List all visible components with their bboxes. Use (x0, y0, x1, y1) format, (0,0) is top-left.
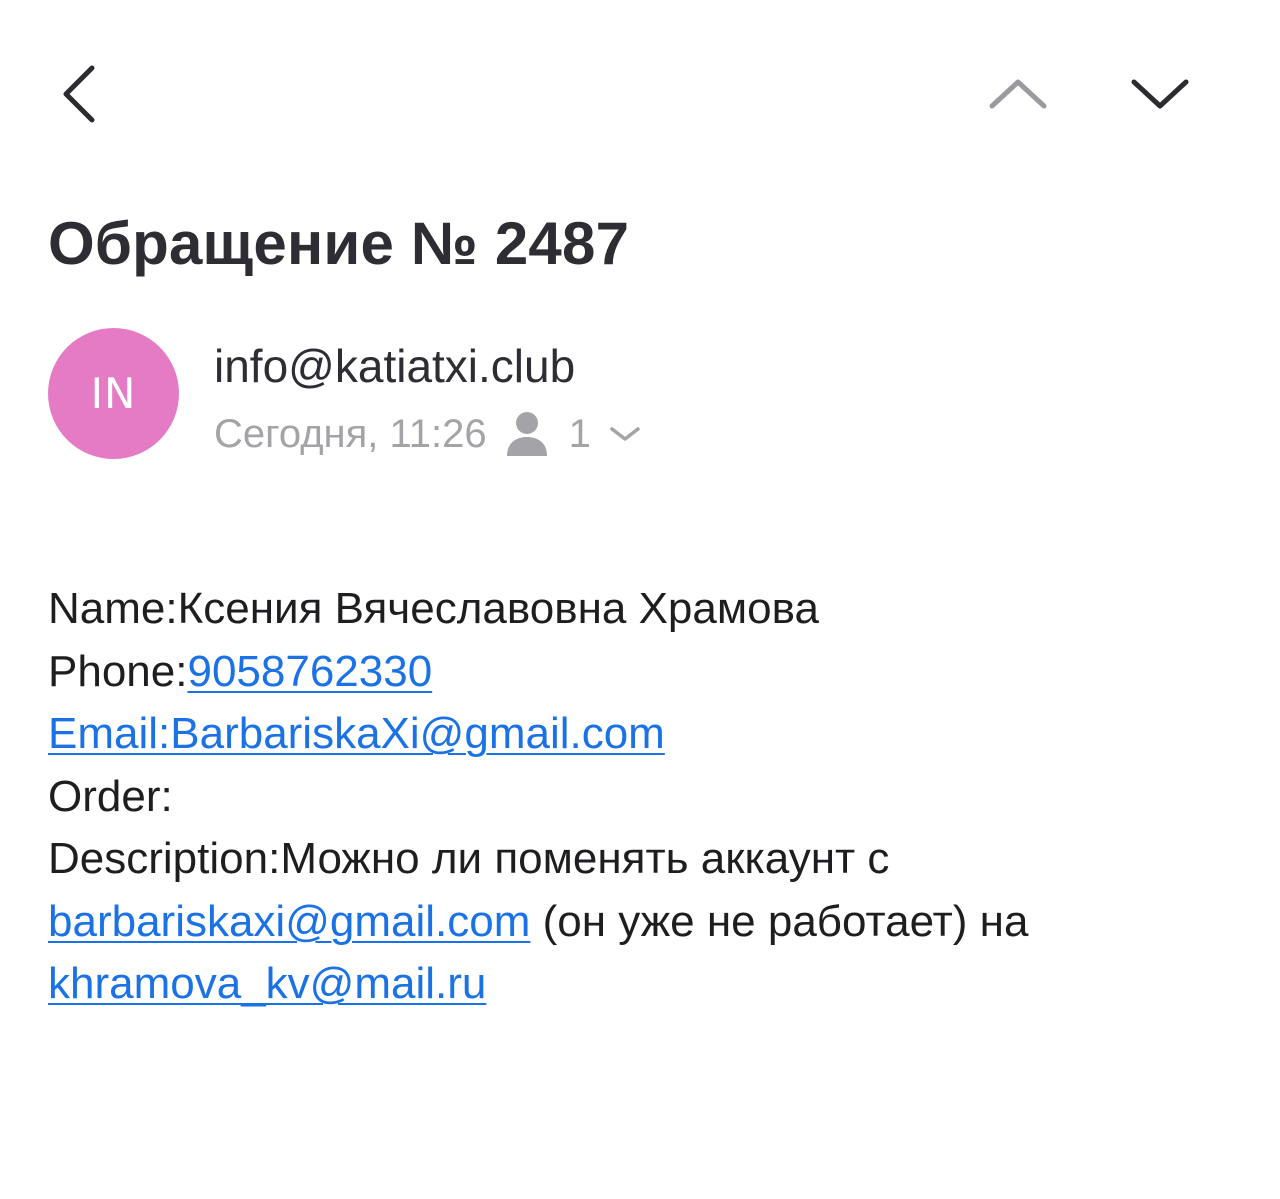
name-line: Name:Ксения Вячеславовна Храмова (48, 578, 1248, 641)
phone-link[interactable]: 9058762330 (187, 647, 432, 696)
next-message-button[interactable] (1122, 66, 1198, 122)
previous-message-button[interactable] (980, 66, 1056, 122)
sender-address[interactable]: info@katiatxi.club (214, 338, 575, 394)
chevron-down-icon (610, 427, 640, 441)
chevron-down-icon (1131, 79, 1189, 109)
description-text-2: (он уже не работает) на (530, 896, 1029, 946)
email-line: Email:BarbariskaXi@gmail.com (48, 703, 1248, 766)
email-link[interactable]: Email:BarbariskaXi@gmail.com (48, 709, 665, 758)
order-line: Order: (48, 766, 1248, 829)
phone-label: Phone: (48, 646, 188, 696)
name-label: Name: (48, 584, 178, 633)
description-label: Description: (48, 834, 281, 883)
person-icon (505, 410, 549, 458)
chevron-left-icon (63, 65, 95, 123)
description-line-2: barbariskaxi@gmail.com (он уже не работа… (48, 891, 1248, 954)
message-date: Сегодня, 11:26 (214, 411, 487, 456)
back-button[interactable] (52, 58, 108, 134)
phone-line: Phone:9058762330 (48, 641, 1248, 704)
message-subject: Обращение № 2487 (48, 210, 630, 277)
sender-avatar[interactable]: IN (48, 328, 179, 459)
name-value: Ксения Вячеславовна Храмова (177, 584, 819, 633)
recipient-count: 1 (568, 411, 591, 456)
recipients-expand-button[interactable] (607, 422, 643, 446)
description-line: Description:Можно ли поменять аккаунт с (48, 828, 1248, 891)
description-line-3: khramova_kv@mail.ru (48, 953, 1248, 1016)
message-body: Name:Ксения Вячеславовна Храмова Phone:9… (48, 578, 1248, 1016)
message-meta: Сегодня, 11:26 1 (214, 406, 643, 462)
chevron-up-icon (989, 79, 1047, 109)
old-email-link[interactable]: barbariskaxi@gmail.com (48, 897, 530, 946)
new-email-link[interactable]: khramova_kv@mail.ru (48, 959, 486, 1008)
description-text: Можно ли поменять аккаунт с (280, 834, 890, 883)
order-label: Order: (48, 771, 173, 821)
